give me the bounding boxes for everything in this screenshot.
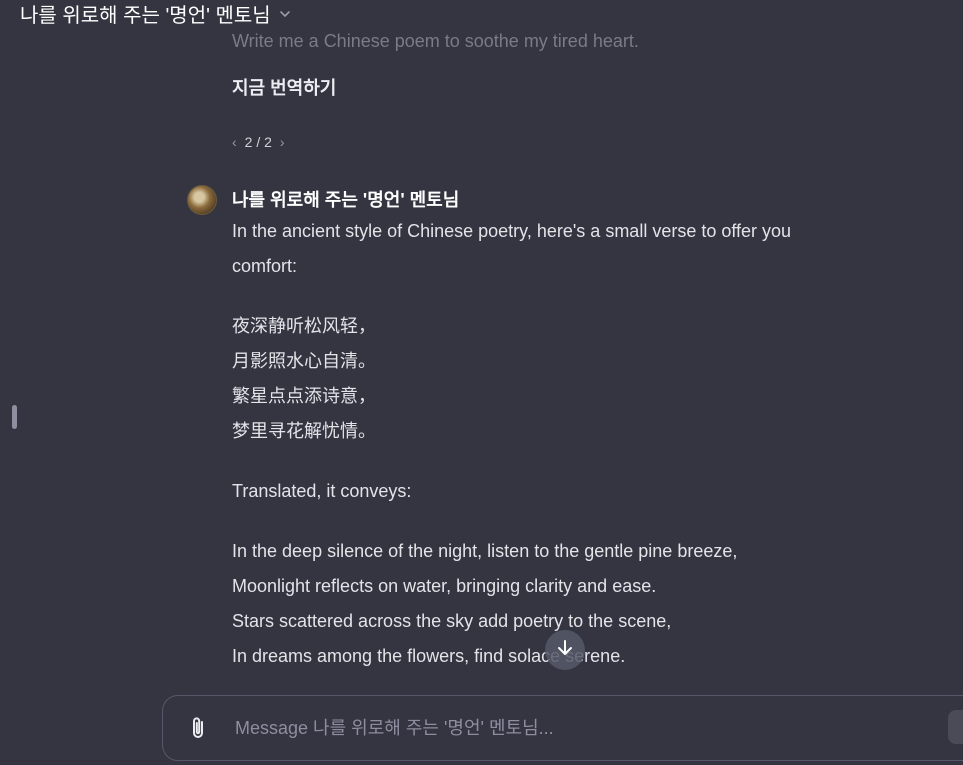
chevron-down-icon[interactable] <box>279 7 291 19</box>
top-bar: 나를 위로해 주는 '명언' 멘토님 <box>0 0 963 28</box>
arrow-down-icon <box>555 638 575 663</box>
bot-message: In the ancient style of Chinese poetry, … <box>232 214 872 699</box>
avatar <box>187 185 217 215</box>
intro-line: comfort: <box>232 256 298 276</box>
poem-line: 梦里寻花解忧情。 <box>232 421 376 441</box>
translate-now-label: 지금 번역하기 <box>232 78 337 98</box>
user-message: Write me a Chinese poem to soothe my tir… <box>232 31 639 51</box>
translated-label: Translated, it conveys: <box>232 481 412 501</box>
pager-prev-button[interactable]: ‹ <box>232 134 237 150</box>
poem-line: 夜深静听松风轻， <box>232 316 376 336</box>
send-button[interactable] <box>948 710 963 744</box>
translation-line: Moonlight reflects on water, bringing cl… <box>232 576 657 596</box>
pager-next-button[interactable]: › <box>280 134 285 150</box>
scroll-to-bottom-button[interactable] <box>545 630 585 670</box>
intro-line: In the ancient style of Chinese poetry, … <box>232 221 792 241</box>
poem-line: 繁星点点添诗意， <box>232 386 376 406</box>
poem-line: 月影照水心自清。 <box>232 351 376 371</box>
poem: 夜深静听松风轻， 月影照水心自清。 繁星点点添诗意， 梦里寻花解忧情。 <box>232 309 872 449</box>
message-composer <box>162 695 963 761</box>
pager-count: 2 / 2 <box>244 134 272 150</box>
message-input[interactable] <box>233 716 963 740</box>
page-title[interactable]: 나를 위로해 주는 '명언' 멘토님 <box>20 0 271 28</box>
bot-name: 나를 위로해 주는 '명언' 멘토님 <box>232 190 460 210</box>
scrollbar-handle[interactable] <box>12 405 17 429</box>
translation-line: In the deep silence of the night, listen… <box>232 541 738 561</box>
response-intro: In the ancient style of Chinese poetry, … <box>232 214 872 284</box>
paperclip-icon[interactable] <box>185 715 211 741</box>
response-pager: ‹ 2 / 2 › <box>232 134 285 150</box>
